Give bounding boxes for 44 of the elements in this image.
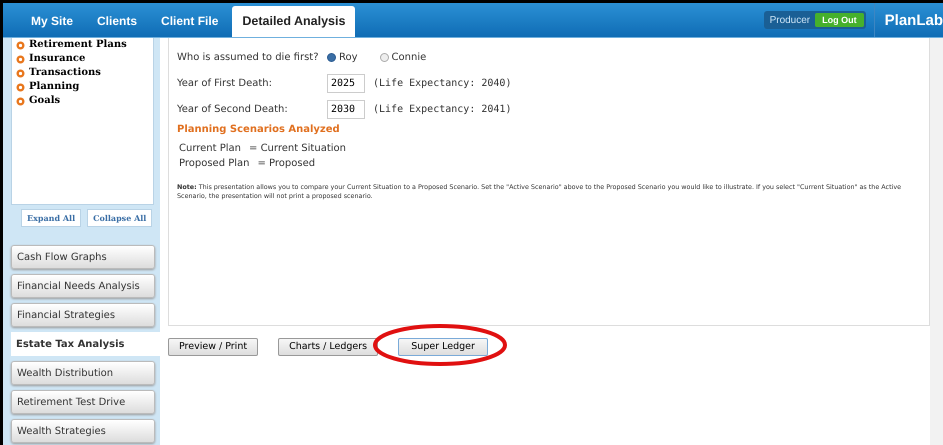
tree-item[interactable]: Transactions [29,66,101,80]
sidebar-item[interactable]: Estate Tax Analysis [11,332,160,356]
year-field[interactable]: 2025 [327,74,365,92]
bullet-icon [16,82,25,92]
user-role: Producer [770,14,810,26]
tree-item[interactable]: Goals [29,94,60,108]
scenario-value: = Proposed [258,157,316,171]
radio-icon[interactable] [380,52,389,62]
brand-name: PlanLab [874,3,943,37]
life-expectancy-text: (Life Expectancy: 2040) [373,78,512,88]
nav-tab[interactable]: My Site [21,6,84,37]
sidebar-item[interactable]: Cash Flow Graphs [11,245,155,269]
bullet-icon [16,54,25,64]
question-label: Who is assumed to die first? [177,52,320,62]
bullet-icon [16,68,25,78]
nav-tab[interactable]: Clients [87,6,148,37]
collapse-all-button[interactable]: Collapse All [87,209,152,227]
life-expectancy-text: (Life Expectancy: 2041) [373,104,512,114]
tree-item[interactable]: Planning [29,80,80,94]
scenario-value: = Current Situation [249,142,346,156]
scenario-name: Current Plan [179,142,242,156]
action-button[interactable]: Preview / Print [168,338,258,356]
sidebar-item[interactable]: Financial Needs Analysis [11,274,155,298]
bullet-icon [16,96,25,106]
tree-item[interactable]: Retirement Plans [29,38,127,52]
action-button[interactable]: Super Ledger [398,338,488,356]
radio-icon[interactable] [327,52,336,62]
nav-tab[interactable]: Detailed Analysis [232,6,356,37]
radio-option[interactable]: Roy [327,52,358,62]
bullet-icon [16,40,25,50]
sidebar-item[interactable]: Wealth Strategies [11,419,155,443]
radio-option[interactable]: Connie [380,52,426,62]
tree-item[interactable]: Insurance [29,52,86,66]
action-button[interactable]: Charts / Ledgers [278,338,378,356]
sidebar-item[interactable]: Wealth Distribution [11,361,155,385]
sidebar-item[interactable]: Financial Strategies [11,303,155,327]
section-title: Planning Scenarios Analyzed [177,124,341,135]
expand-all-button[interactable]: Expand All [21,209,82,227]
nav-tab[interactable]: Client File [151,6,228,37]
field-label: Year of Second Death: [177,104,289,114]
year-field[interactable]: 2030 [327,100,365,118]
field-label: Year of First Death: [177,78,273,88]
scenario-name: Proposed Plan [179,157,250,171]
sidebar-item[interactable]: Retirement Test Drive [11,390,155,414]
